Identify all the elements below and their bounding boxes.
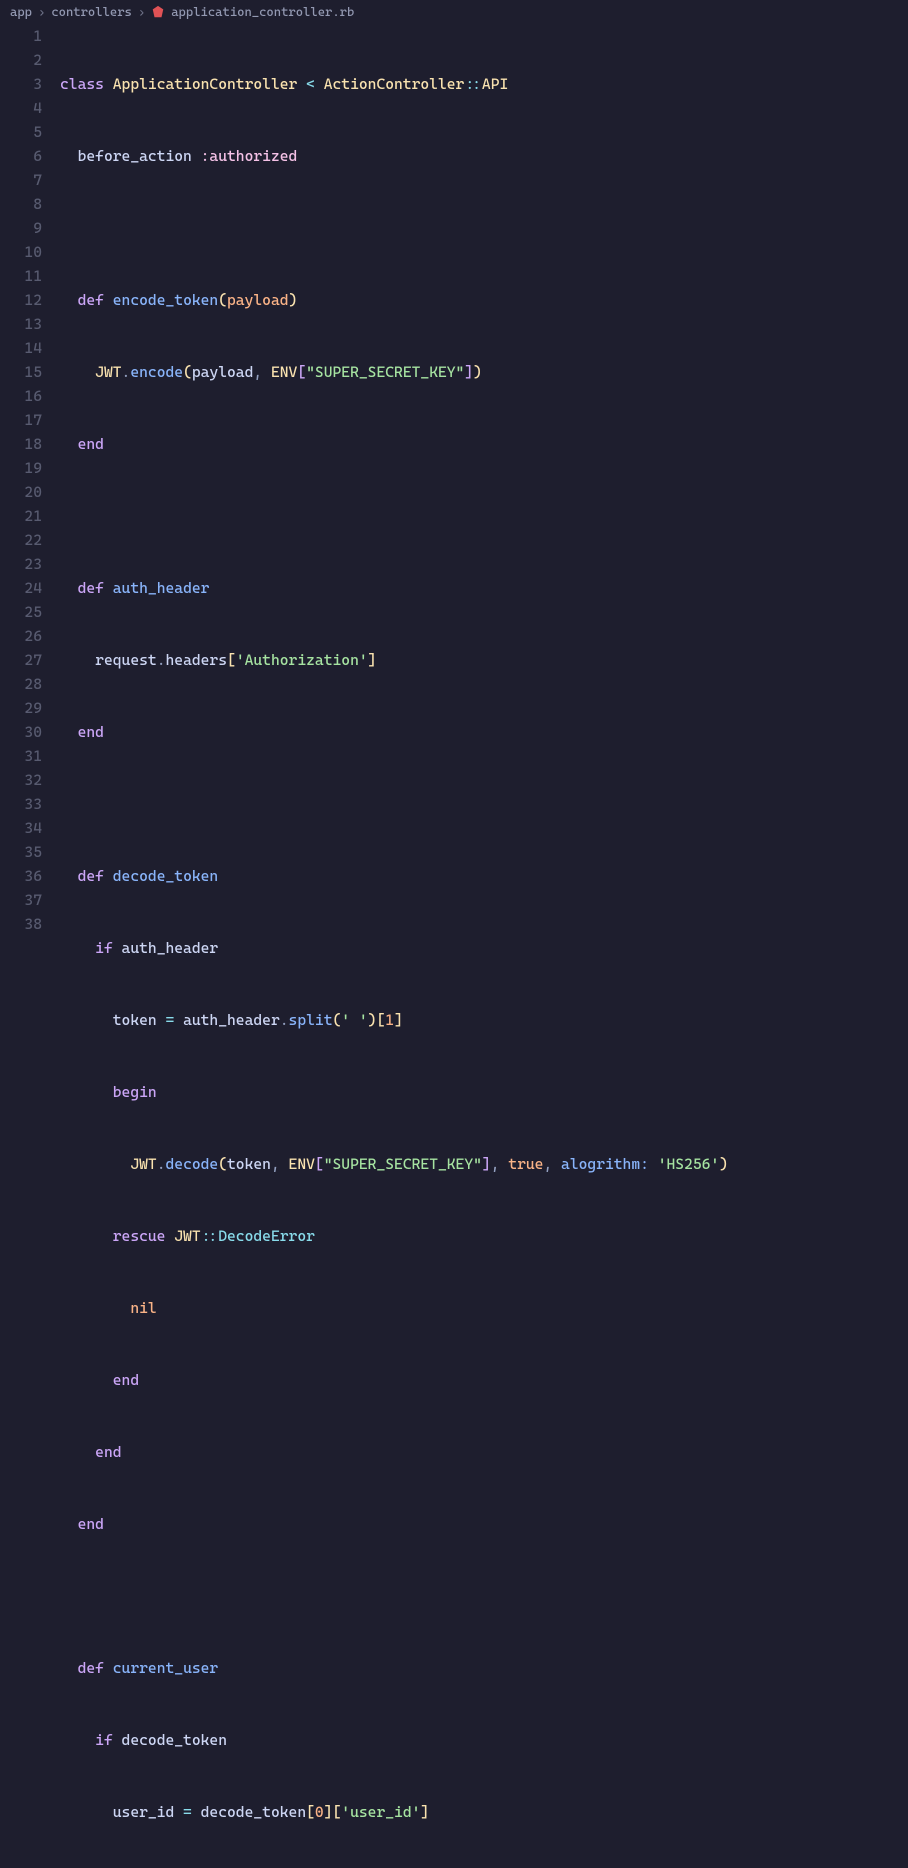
code-line[interactable]: end (60, 432, 908, 456)
code-line[interactable]: token = auth_header.split(' ')[1] (60, 1008, 908, 1032)
ruby-file-icon (151, 5, 165, 19)
breadcrumb-segment[interactable]: controllers (51, 2, 132, 22)
line-number: 8 (0, 192, 42, 216)
line-number: 30 (0, 720, 42, 744)
line-number: 6 (0, 144, 42, 168)
line-number: 16 (0, 384, 42, 408)
line-number: 12 (0, 288, 42, 312)
code-line[interactable]: if auth_header (60, 936, 908, 960)
code-line[interactable]: def encode_token(payload) (60, 288, 908, 312)
line-number: 24 (0, 576, 42, 600)
code-line[interactable]: end (60, 1440, 908, 1464)
code-line[interactable]: if decode_token (60, 1728, 908, 1752)
line-number: 33 (0, 792, 42, 816)
line-number: 23 (0, 552, 42, 576)
code-line[interactable]: end (60, 720, 908, 744)
line-number: 32 (0, 768, 42, 792)
code-line[interactable]: user_id = decode_token[0]['user_id'] (60, 1800, 908, 1824)
code-line[interactable]: def current_user (60, 1656, 908, 1680)
code-line[interactable]: end (60, 1512, 908, 1536)
line-number: 11 (0, 264, 42, 288)
line-number: 20 (0, 480, 42, 504)
line-number: 25 (0, 600, 42, 624)
line-number: 22 (0, 528, 42, 552)
code-line[interactable]: begin (60, 1080, 908, 1104)
line-number: 29 (0, 696, 42, 720)
line-number: 19 (0, 456, 42, 480)
code-line[interactable]: nil (60, 1296, 908, 1320)
code-line[interactable]: request.headers['Authorization'] (60, 648, 908, 672)
line-number: 2 (0, 48, 42, 72)
code-content[interactable]: class ApplicationController < ActionCont… (56, 24, 908, 934)
line-number: 17 (0, 408, 42, 432)
code-line[interactable]: class ApplicationController < ActionCont… (60, 72, 908, 96)
code-line[interactable]: def decode_token (60, 864, 908, 888)
line-number: 4 (0, 96, 42, 120)
code-line[interactable]: def auth_header (60, 576, 908, 600)
line-number: 36 (0, 864, 42, 888)
line-number: 7 (0, 168, 42, 192)
code-editor[interactable]: 1 2 3 4 5 6 7 8 9 10 11 12 13 14 15 16 1… (0, 24, 908, 934)
breadcrumb: app › controllers › application_controll… (0, 0, 908, 24)
chevron-right-icon: › (38, 2, 45, 22)
line-number: 38 (0, 912, 42, 936)
line-number: 28 (0, 672, 42, 696)
code-line[interactable] (60, 504, 908, 528)
breadcrumb-segment[interactable]: app (10, 2, 32, 22)
code-line[interactable]: JWT.encode(payload, ENV["SUPER_SECRET_KE… (60, 360, 908, 384)
line-number: 35 (0, 840, 42, 864)
line-number: 10 (0, 240, 42, 264)
breadcrumb-file[interactable]: application_controller.rb (171, 2, 354, 22)
line-number: 34 (0, 816, 42, 840)
line-number: 18 (0, 432, 42, 456)
line-number: 9 (0, 216, 42, 240)
line-number: 14 (0, 336, 42, 360)
code-line[interactable]: JWT.decode(token, ENV["SUPER_SECRET_KEY"… (60, 1152, 908, 1176)
line-number-gutter: 1 2 3 4 5 6 7 8 9 10 11 12 13 14 15 16 1… (0, 24, 56, 934)
code-line[interactable] (60, 1584, 908, 1608)
code-line[interactable]: rescue JWT::DecodeError (60, 1224, 908, 1248)
line-number: 26 (0, 624, 42, 648)
chevron-right-icon: › (138, 2, 145, 22)
code-line[interactable] (60, 792, 908, 816)
code-line[interactable]: before_action :authorized (60, 144, 908, 168)
line-number: 21 (0, 504, 42, 528)
line-number: 5 (0, 120, 42, 144)
code-line[interactable] (60, 216, 908, 240)
line-number: 3 (0, 72, 42, 96)
line-number: 15 (0, 360, 42, 384)
line-number: 1 (0, 24, 42, 48)
line-number: 13 (0, 312, 42, 336)
line-number: 27 (0, 648, 42, 672)
line-number: 31 (0, 744, 42, 768)
line-number: 37 (0, 888, 42, 912)
code-line[interactable]: end (60, 1368, 908, 1392)
